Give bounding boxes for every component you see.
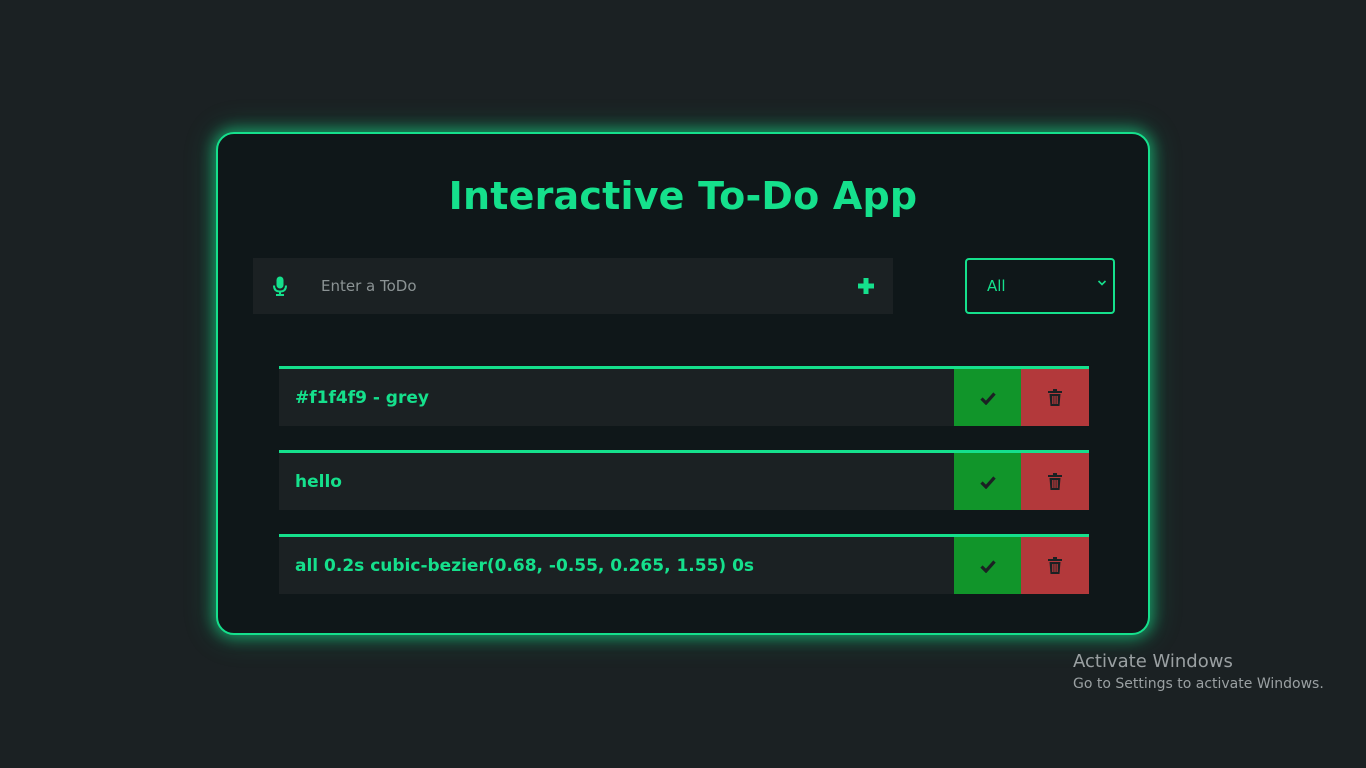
todo-item: hello (279, 450, 1089, 510)
checkmark-icon (979, 391, 996, 405)
trash-icon (1048, 473, 1062, 490)
checkmark-icon (979, 475, 996, 489)
todo-text: hello (295, 471, 342, 492)
todo-text: #f1f4f9 - grey (295, 387, 429, 408)
trash-icon (1048, 557, 1062, 574)
watermark-subtitle: Go to Settings to activate Windows. (1073, 676, 1324, 692)
trash-icon (1048, 389, 1062, 406)
add-todo-button[interactable] (839, 258, 893, 314)
todo-input-bar (253, 258, 893, 314)
delete-button[interactable] (1021, 453, 1089, 510)
microphone-icon (273, 276, 287, 296)
todo-list: #f1f4f9 - grey hello all 0.2s cubic-bezi… (279, 366, 1089, 618)
todo-item: #f1f4f9 - grey (279, 366, 1089, 426)
watermark-title: Activate Windows (1073, 651, 1233, 672)
chevron-down-icon (1097, 280, 1107, 286)
filter-select[interactable]: All (965, 258, 1115, 314)
delete-button[interactable] (1021, 537, 1089, 594)
microphone-button[interactable] (253, 258, 307, 314)
plus-icon (858, 278, 874, 294)
filter-selected-value: All (987, 277, 1006, 295)
todo-item: all 0.2s cubic-bezier(0.68, -0.55, 0.265… (279, 534, 1089, 594)
complete-button[interactable] (954, 537, 1021, 594)
app-title: Interactive To-Do App (448, 174, 918, 218)
todo-app-card: Interactive To-Do App All #f1f4f9 - grey (216, 132, 1150, 635)
todo-input[interactable] (307, 258, 839, 314)
activate-windows-watermark: Activate Windows Go to Settings to activ… (1073, 651, 1324, 692)
complete-button[interactable] (954, 369, 1021, 426)
complete-button[interactable] (954, 453, 1021, 510)
todo-text: all 0.2s cubic-bezier(0.68, -0.55, 0.265… (295, 555, 755, 576)
delete-button[interactable] (1021, 369, 1089, 426)
checkmark-icon (979, 559, 996, 573)
